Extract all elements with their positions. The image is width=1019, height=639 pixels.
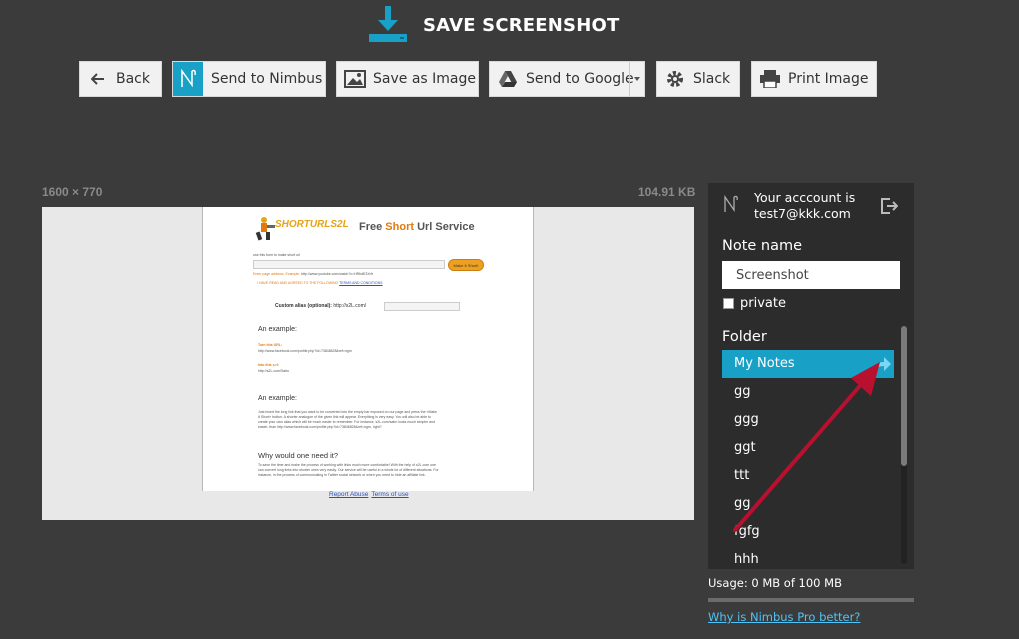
usage-text: Usage: 0 MB of 100 MB	[708, 576, 842, 590]
send-to-google-button[interactable]: Send to Google	[489, 61, 645, 97]
save-panel: Your acccount is test7@kkk.com Note name…	[708, 183, 914, 569]
screenshot-preview[interactable]: SHORTURLS2L Free Short Url Service use t…	[42, 207, 694, 520]
form-hint: use this form to make short url	[253, 253, 301, 257]
example-line: Enter page address. Example: http://www.…	[253, 272, 373, 276]
nimbus-logo-icon	[724, 194, 738, 213]
make-short-button: Make It Short!	[448, 259, 484, 271]
page-footer-links: Report Abuse Terms of use	[329, 491, 412, 498]
folder-item[interactable]: gg	[722, 378, 894, 406]
folder-item[interactable]: ggg	[722, 406, 894, 434]
slack-label: Slack	[693, 71, 731, 87]
save-as-image-button[interactable]: Save as Image	[336, 61, 479, 97]
nimbus-pro-link[interactable]: Why is Nimbus Pro better?	[708, 610, 860, 624]
print-image-button[interactable]: Print Image	[751, 61, 877, 97]
image-icon	[337, 70, 373, 88]
folder-item-label: ttt	[734, 468, 750, 483]
image-label: Save as Image	[373, 71, 476, 87]
folder-item[interactable]: fgfg	[722, 518, 894, 546]
download-icon	[367, 6, 409, 44]
folder-item-label: My Notes	[734, 356, 795, 371]
chevron-down-icon	[634, 77, 640, 81]
folder-item[interactable]: ggt	[722, 434, 894, 462]
google-dropdown-toggle[interactable]	[629, 62, 644, 96]
arrow-left-icon	[80, 73, 116, 85]
note-name-label: Note name	[722, 238, 803, 254]
site-logo-text: SHORTURLS2L	[275, 219, 349, 230]
folder-item-label: hhh	[734, 552, 759, 567]
send-to-nimbus-button[interactable]: Send to Nimbus	[172, 61, 326, 97]
gear-icon	[657, 69, 693, 89]
header: SAVE SCREENSHOT	[367, 6, 619, 44]
folder-item-selected[interactable]: My Notes	[722, 350, 894, 378]
folder-label: Folder	[722, 329, 767, 345]
folder-item-label: gg	[734, 384, 751, 399]
google-label: Send to Google	[526, 71, 634, 87]
folder-item-label: ggg	[734, 412, 759, 427]
page-title: SAVE SCREENSHOT	[423, 14, 620, 36]
example-heading-2: An example:	[258, 395, 297, 402]
into-this-label: Into this s.rl:	[258, 363, 279, 367]
logout-icon[interactable]	[880, 197, 898, 215]
turn-this-label: Turn this URL:	[258, 343, 283, 347]
back-label: Back	[116, 71, 150, 87]
slack-button[interactable]: Slack	[656, 61, 740, 97]
account-email: test7@kkk.com	[754, 206, 851, 221]
terms-of-use-link: Terms of use	[371, 491, 409, 498]
print-label: Print Image	[788, 71, 869, 87]
share-arrow-icon	[872, 357, 891, 372]
folder-item[interactable]: gg	[722, 490, 894, 518]
terms-line: I HAVE READ AND AGREED TO THE FOLLOWING …	[257, 281, 383, 285]
into-url: http://s2L.com/Sabn	[258, 369, 290, 373]
printer-icon	[752, 70, 788, 88]
example-heading: An example:	[258, 326, 297, 333]
why-heading: Why would one need it?	[258, 451, 339, 460]
folder-scrollbar-thumb[interactable]	[901, 326, 907, 466]
para1-line4: easier, than http://www.facebook.com/pro…	[258, 425, 382, 429]
file-size: 104.91 KB	[638, 185, 696, 199]
alias-input	[384, 302, 460, 311]
site-heading: Free Short Url Service	[359, 221, 475, 233]
private-label: private	[740, 296, 786, 311]
folder-item-label: fgfg	[734, 524, 760, 539]
folder-item[interactable]: hhh	[722, 546, 894, 569]
url-input	[253, 260, 445, 269]
account-info: Your acccount is test7@kkk.com	[754, 190, 855, 222]
folder-list: My Notes gg ggg ggt ttt gg fgfg hhh	[722, 350, 894, 569]
report-abuse-link: Report Abuse	[329, 491, 369, 498]
folder-item-label: ggt	[734, 440, 756, 455]
nimbus-label: Send to Nimbus	[211, 71, 323, 87]
folder-item[interactable]: ttt	[722, 462, 894, 490]
para2-line3: instance, in the process of communicatin…	[258, 473, 426, 477]
private-checkbox[interactable]	[723, 298, 734, 309]
turn-url: http://www.facebook.com/profile.php?id=7…	[258, 349, 352, 353]
mascot-logo-icon	[255, 217, 275, 241]
usage-bar	[708, 598, 914, 602]
google-drive-icon	[490, 70, 526, 88]
image-dimensions: 1600 × 770	[42, 185, 103, 199]
nimbus-logo-icon	[173, 62, 203, 96]
alias-line: Custom alias (optional): http://s2L.com/	[275, 303, 367, 309]
account-label: Your acccount is	[754, 190, 856, 205]
folder-item-label: gg	[734, 496, 751, 511]
captured-page: SHORTURLS2L Free Short Url Service use t…	[202, 207, 534, 491]
back-button[interactable]: Back	[79, 61, 162, 97]
note-name-input[interactable]	[722, 261, 900, 289]
